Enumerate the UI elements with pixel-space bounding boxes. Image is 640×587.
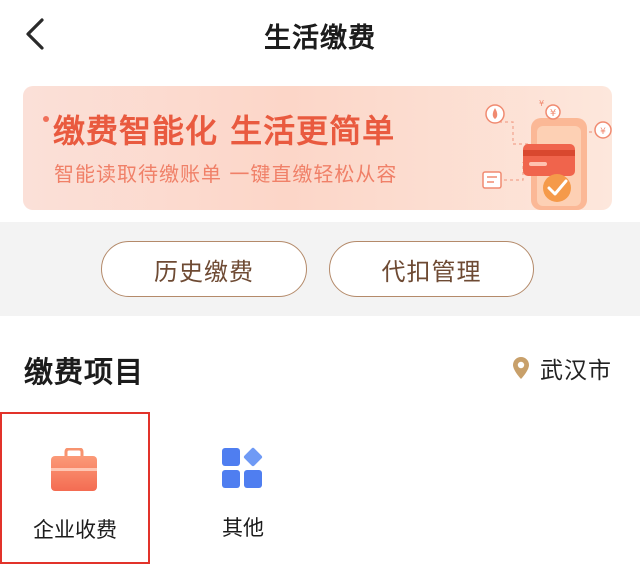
payment-item-enterprise[interactable]: 企业收费 [0,412,150,564]
section-title: 缴费项目 [24,355,145,389]
auto-debit-management-button[interactable]: 代扣管理 [329,241,534,297]
banner-subtitle: 智能读取待缴账单 一键直缴轻松从容 [54,162,398,186]
svg-text:¥: ¥ [600,127,606,137]
city-selector[interactable]: 武汉市 [512,351,612,385]
promo-banner[interactable]: 缴费智能化 生活更简单 智能读取待缴账单 一键直缴轻松从容 ¥ ¥ ¥ [23,86,612,210]
grid-icon [222,447,263,488]
action-band [0,222,640,316]
history-payments-button[interactable]: 历史缴费 [101,241,307,297]
briefcase-icon [51,448,97,491]
payment-item-label: 其他 [222,516,264,540]
svg-text:¥: ¥ [550,108,556,119]
banner-dot [43,116,49,122]
banner-headline: 缴费智能化 生活更简单 [53,112,396,150]
location-pin-icon [513,357,529,379]
payment-item-label: 企业收费 [33,518,117,542]
page-title: 生活缴费 [264,23,376,54]
svg-text:¥: ¥ [539,99,544,108]
top-bar: 生活缴费 [0,0,640,78]
city-name: 武汉市 [540,358,612,384]
payment-item-other[interactable]: 其他 [168,412,318,564]
bill-payment-illustration: ¥ ¥ ¥ [482,99,612,210]
